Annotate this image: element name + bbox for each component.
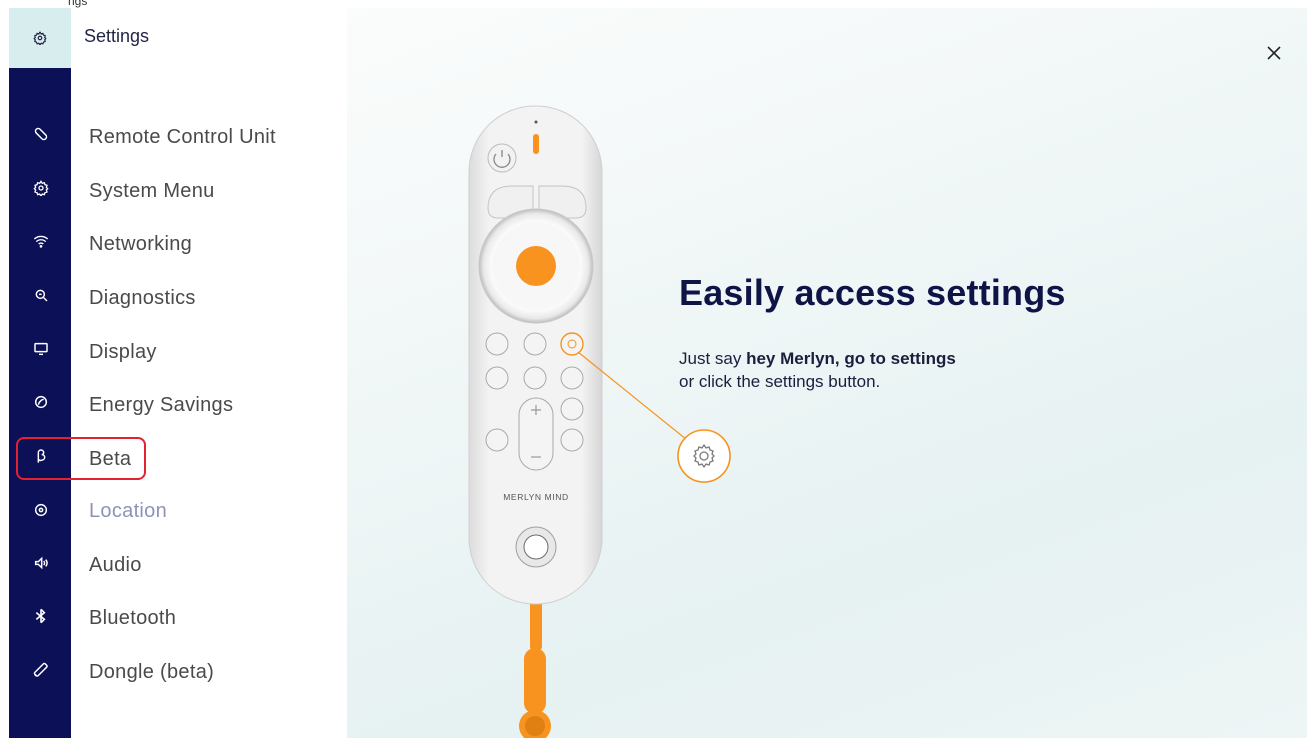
sidebar-item-diagnostics[interactable]: Diagnostics	[89, 287, 196, 310]
callout-circle	[677, 429, 731, 483]
top-strip	[0, 0, 347, 8]
settings-button-remote	[560, 332, 584, 356]
mute-button	[560, 397, 584, 421]
location-pin-icon[interactable]	[33, 502, 49, 518]
back-button	[485, 332, 509, 356]
monitor-icon[interactable]	[33, 341, 49, 357]
remote-icon[interactable]	[33, 126, 49, 142]
lanyard-ring-inner	[525, 716, 545, 736]
close-icon[interactable]	[1263, 42, 1285, 64]
rewind-button	[485, 366, 509, 390]
instruction-bold: hey Merlyn, go to settings	[746, 349, 956, 368]
bluetooth-icon[interactable]	[33, 608, 49, 624]
sidebar-item-display[interactable]: Display	[89, 341, 157, 364]
sidebar-item-location[interactable]: Location	[89, 500, 167, 523]
magnifier-icon[interactable]	[33, 287, 49, 303]
leaf-icon[interactable]	[33, 394, 49, 410]
sidebar-item-remote-control-unit[interactable]: Remote Control Unit	[89, 126, 276, 149]
wifi-icon[interactable]	[33, 233, 49, 249]
remote-illustration: MERLYN MIND	[468, 105, 731, 738]
fast-forward-button	[560, 366, 584, 390]
lanyard-loop-hole	[523, 534, 549, 560]
play-pause-button	[523, 366, 547, 390]
sidebar-item-system-menu[interactable]: System Menu	[89, 180, 215, 203]
instruction-line-2: or click the settings button.	[679, 372, 881, 391]
settings-header-icon-cell	[9, 8, 71, 68]
sidebar-item-bluetooth[interactable]: Bluetooth	[89, 607, 176, 630]
home-button	[523, 332, 547, 356]
sidebar-item-networking[interactable]: Networking	[89, 233, 192, 256]
instruction-line-1: Just say hey Merlyn, go to settings	[679, 349, 956, 369]
speaker-icon[interactable]	[33, 555, 49, 571]
dpad-select-button	[516, 246, 556, 286]
mic-indicator	[533, 134, 539, 154]
mic-dot	[534, 120, 538, 124]
sidebar-item-audio[interactable]: Audio	[89, 554, 142, 577]
remote-brand-text: MERLYN MIND	[503, 492, 568, 502]
input-button	[485, 428, 509, 452]
dongle-icon[interactable]	[33, 662, 49, 678]
lanyard-grip	[524, 648, 546, 714]
sidebar-icon-rail	[9, 68, 71, 738]
gear-cog-icon[interactable]	[33, 180, 49, 196]
sidebar-item-dongle[interactable]: Dongle (beta)	[89, 661, 214, 684]
instruction-prefix: Just say	[679, 349, 747, 368]
mic-off-button	[560, 428, 584, 452]
beta-highlight-box	[16, 437, 146, 480]
settings-window: ngs Settings Remote Control Unit System …	[0, 0, 1307, 738]
page-title: Settings	[84, 26, 150, 46]
sidebar-item-energy-savings[interactable]: Energy Savings	[89, 394, 233, 417]
window-title-fragment: ngs	[68, 0, 88, 8]
headline: Easily access settings	[679, 272, 1066, 313]
gear-icon	[33, 31, 47, 45]
